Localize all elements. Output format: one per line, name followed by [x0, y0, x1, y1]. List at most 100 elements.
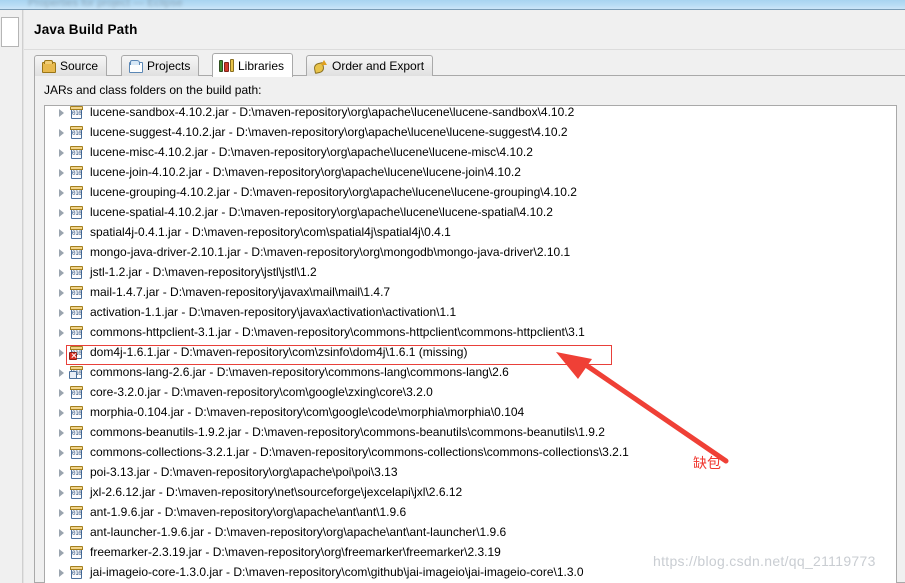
- jar-list-item-label: commons-httpclient-3.1.jar - D:\maven-re…: [90, 325, 585, 339]
- expand-arrow-icon[interactable]: [55, 185, 69, 199]
- jar-list-item-label: mail-1.4.7.jar - D:\maven-repository\jav…: [90, 285, 391, 299]
- jar-list-item[interactable]: 010 commons-collections-3.2.1.jar - D:\ma…: [45, 442, 896, 462]
- jar-list[interactable]: 010 lucene-sandbox-4.10.2.jar - D:\maven-…: [44, 105, 897, 583]
- expand-arrow-icon[interactable]: [55, 385, 69, 399]
- tab-source[interactable]: Source: [34, 55, 108, 76]
- jar-list-item[interactable]: 010 mongo-java-driver-2.10.1.jar - D:\mav…: [45, 242, 896, 262]
- jar-list-item[interactable]: 010 dom4j-1.6.1.jar - D:\maven-repository…: [45, 342, 896, 362]
- tab-projects[interactable]: Projects: [121, 55, 200, 76]
- expand-arrow-icon[interactable]: [55, 225, 69, 239]
- expand-arrow-icon[interactable]: [55, 106, 69, 119]
- jar-list-item[interactable]: 010 lucene-suggest-4.10.2.jar - D:\maven-…: [45, 122, 896, 142]
- expand-arrow-icon[interactable]: [55, 545, 69, 559]
- jar-icon: 010: [69, 165, 85, 180]
- jar-list-item[interactable]: 010 jxl-2.6.12.jar - D:\maven-repository\…: [45, 482, 896, 502]
- jar-list-item-label: poi-3.13.jar - D:\maven-repository\org\a…: [90, 465, 398, 479]
- jar-icon: 010: [69, 265, 85, 280]
- jar-list-item-label: commons-collections-3.2.1.jar - D:\maven…: [90, 445, 629, 459]
- jar-list-item-label: lucene-sandbox-4.10.2.jar - D:\maven-rep…: [90, 105, 575, 119]
- expand-arrow-icon[interactable]: [55, 485, 69, 499]
- annotation-text: 缺包: [693, 456, 721, 472]
- tab-order-and-export-label: Order and Export: [332, 59, 425, 73]
- jar-list-item[interactable]: 010 core-3.2.0.jar - D:\maven-repository\…: [45, 382, 896, 402]
- jar-list-item-label: ant-1.9.6.jar - D:\maven-repository\org\…: [90, 505, 407, 519]
- jar-list-item[interactable]: 010 lucene-grouping-4.10.2.jar - D:\maven…: [45, 182, 896, 202]
- books-icon: [219, 58, 234, 73]
- tab-libraries-label: Libraries: [238, 58, 285, 73]
- jar-list-item[interactable]: 010 morphia-0.104.jar - D:\maven-reposito…: [45, 402, 896, 422]
- expand-arrow-icon[interactable]: [55, 425, 69, 439]
- jar-list-item[interactable]: 010 lucene-join-4.10.2.jar - D:\maven-rep…: [45, 162, 896, 182]
- jar-list-item[interactable]: 010 activation-1.1.jar - D:\maven-reposit…: [45, 302, 896, 322]
- expand-arrow-icon[interactable]: [55, 405, 69, 419]
- jar-list-item-label: jstl-1.2.jar - D:\maven-repository\jstl\…: [90, 265, 317, 279]
- window-title-text: Properties for project — Eclipse: [28, 0, 183, 9]
- jar-list-item-label: jxl-2.6.12.jar - D:\maven-repository\net…: [90, 485, 463, 499]
- expand-arrow-icon[interactable]: [55, 525, 69, 539]
- jar-list-item-label: jai-imageio-core-1.3.0.jar - D:\maven-re…: [90, 565, 584, 579]
- jar-icon: 010: [69, 425, 85, 440]
- jar-icon: 010: [69, 185, 85, 200]
- jar-list-item-label: lucene-grouping-4.10.2.jar - D:\maven-re…: [90, 185, 577, 199]
- jar-icon: 010: [69, 285, 85, 300]
- tab-order-and-export[interactable]: Order and Export: [306, 55, 434, 76]
- expand-arrow-icon[interactable]: [55, 325, 69, 339]
- build-path-caption: JARs and class folders on the build path…: [44, 83, 262, 97]
- left-tree-panel-box: [1, 17, 19, 47]
- jar-icon: 010: [69, 106, 85, 120]
- jar-list-item[interactable]: 010 commons-httpclient-3.1.jar - D:\maven…: [45, 322, 896, 342]
- java-build-path-dialog: Java Build Path Source Projects Librarie…: [0, 10, 905, 583]
- jar-list-item-label: lucene-misc-4.10.2.jar - D:\maven-reposi…: [90, 145, 533, 159]
- expand-arrow-icon[interactable]: [55, 465, 69, 479]
- jar-list-item-label: morphia-0.104.jar - D:\maven-repository\…: [90, 405, 525, 419]
- jar-list-item[interactable]: 010 lucene-sandbox-4.10.2.jar - D:\maven-…: [45, 105, 896, 122]
- expand-arrow-icon[interactable]: [55, 205, 69, 219]
- order-export-icon: [313, 59, 328, 73]
- watermark-text: https://blog.csdn.net/qq_21119773: [653, 553, 876, 569]
- expand-arrow-icon[interactable]: [55, 445, 69, 459]
- jar-list-item[interactable]: 010 lucene-misc-4.10.2.jar - D:\maven-rep…: [45, 142, 896, 162]
- expand-arrow-icon[interactable]: [55, 165, 69, 179]
- jar-list-item[interactable]: 010 commons-beanutils-1.9.2.jar - D:\mave…: [45, 422, 896, 442]
- libraries-tab-content: JARs and class folders on the build path…: [34, 76, 905, 583]
- expand-arrow-icon[interactable]: [55, 285, 69, 299]
- jar-icon: 010: [69, 465, 85, 480]
- jar-icon: 010: [69, 365, 85, 380]
- expand-arrow-icon[interactable]: [55, 265, 69, 279]
- expand-arrow-icon[interactable]: [55, 245, 69, 259]
- expand-arrow-icon[interactable]: [55, 305, 69, 319]
- jar-icon: 010: [69, 445, 85, 460]
- expand-arrow-icon[interactable]: [55, 125, 69, 139]
- expand-arrow-icon[interactable]: [55, 505, 69, 519]
- jar-list-item[interactable]: 010 mail-1.4.7.jar - D:\maven-repository\…: [45, 282, 896, 302]
- expand-arrow-icon[interactable]: [55, 565, 69, 579]
- expand-arrow-icon[interactable]: [55, 345, 69, 359]
- tab-source-label: Source: [60, 59, 99, 73]
- jar-list-item-label: core-3.2.0.jar - D:\maven-repository\com…: [90, 385, 433, 399]
- jar-list-item[interactable]: 010 jstl-1.2.jar - D:\maven-repository\js…: [45, 262, 896, 282]
- jar-list-item-label: commons-beanutils-1.9.2.jar - D:\maven-r…: [90, 425, 605, 439]
- jar-list-rows: 010 lucene-sandbox-4.10.2.jar - D:\maven-…: [45, 105, 896, 582]
- expand-arrow-icon[interactable]: [55, 145, 69, 159]
- jar-list-item-label: ant-launcher-1.9.6.jar - D:\maven-reposi…: [90, 525, 507, 539]
- jar-icon: 010: [69, 205, 85, 220]
- jar-icon: 010: [69, 385, 85, 400]
- title-divider: [24, 49, 905, 50]
- jar-icon: 010: [69, 505, 85, 520]
- jar-list-item[interactable]: 010 lucene-spatial-4.10.2.jar - D:\maven-…: [45, 202, 896, 222]
- jar-error-icon: 010: [69, 345, 85, 360]
- jar-list-item[interactable]: 010 commons-lang-2.6.jar - D:\maven-repos…: [45, 362, 896, 382]
- jar-icon: 010: [69, 125, 85, 140]
- jar-icon: 010: [69, 305, 85, 320]
- jar-icon: 010: [69, 545, 85, 560]
- jar-list-item[interactable]: 010 spatial4j-0.4.1.jar - D:\maven-reposi…: [45, 222, 896, 242]
- expand-arrow-icon[interactable]: [55, 365, 69, 379]
- jar-icon: 010: [69, 485, 85, 500]
- jar-list-item[interactable]: 010 ant-1.9.6.jar - D:\maven-repository\o…: [45, 502, 896, 522]
- jar-list-item[interactable]: 010 ant-launcher-1.9.6.jar - D:\maven-rep…: [45, 522, 896, 542]
- jar-list-item[interactable]: 010 poi-3.13.jar - D:\maven-repository\or…: [45, 462, 896, 482]
- tab-libraries[interactable]: Libraries: [212, 53, 294, 77]
- jar-icon: 010: [69, 525, 85, 540]
- folder-icon: [128, 59, 143, 73]
- jar-icon: 010: [69, 565, 85, 580]
